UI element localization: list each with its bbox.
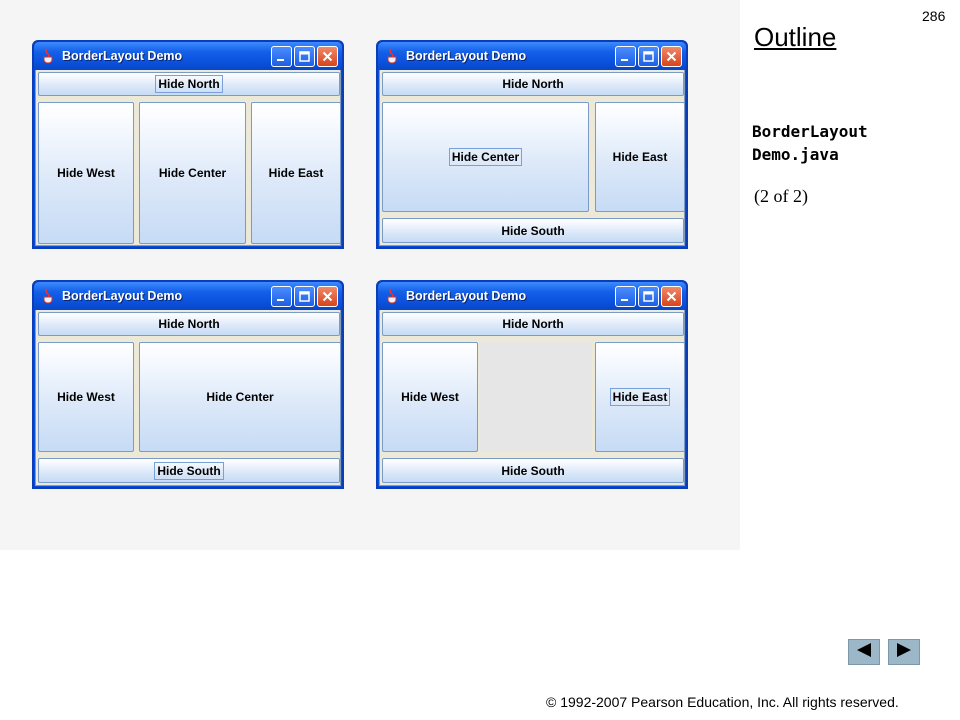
source-file-line1: BorderLayout: [752, 122, 868, 141]
window-content: Hide North Hide West Hide East Hide Sout…: [379, 310, 685, 486]
hide-south-label: Hide South: [501, 463, 565, 478]
hide-west-label: Hide West: [57, 390, 115, 404]
maximize-icon[interactable]: [638, 45, 659, 67]
hide-west-button[interactable]: Hide West: [38, 102, 134, 244]
minimize-icon[interactable]: [271, 45, 292, 67]
hide-north-label: Hide North: [502, 317, 564, 331]
maximize-icon[interactable]: [294, 45, 315, 67]
hide-east-label: Hide East: [612, 150, 668, 164]
hide-east-label: Hide East: [268, 166, 324, 180]
source-file-line2: Demo.java: [752, 145, 839, 164]
hide-center-label: Hide Center: [448, 148, 523, 166]
minimize-icon[interactable]: [615, 285, 636, 307]
outline-link[interactable]: Outline: [754, 22, 836, 53]
hide-south-label: Hide South: [154, 461, 224, 480]
borderlayout-window-1: BorderLayout Demo Hide North Hide West H…: [32, 40, 344, 249]
hide-west-button[interactable]: Hide West: [382, 342, 478, 452]
hide-east-label: Hide East: [609, 388, 671, 406]
close-icon[interactable]: [317, 45, 338, 67]
hide-east-button[interactable]: Hide East: [595, 102, 685, 212]
java-cup-icon: [40, 47, 56, 65]
screenshot-panel: BorderLayout Demo Hide North Hide West H…: [0, 0, 740, 550]
hide-north-button[interactable]: Hide North: [382, 72, 684, 96]
window-title: BorderLayout Demo: [62, 49, 183, 63]
empty-center-region: [480, 342, 592, 452]
borderlayout-window-4: BorderLayout Demo Hide North Hide West H…: [376, 280, 688, 489]
hide-south-button[interactable]: Hide South: [38, 458, 340, 483]
borderlayout-window-2: BorderLayout Demo Hide North Hide Center…: [376, 40, 688, 249]
hide-north-button[interactable]: Hide North: [382, 312, 684, 336]
previous-slide-icon: [855, 642, 873, 663]
hide-south-label: Hide South: [501, 223, 565, 238]
hide-north-label: Hide North: [158, 317, 220, 331]
window-content: Hide North Hide Center Hide East Hide So…: [379, 70, 685, 246]
java-cup-icon: [384, 47, 400, 65]
hide-north-label: Hide North: [155, 75, 223, 93]
java-cup-icon: [384, 287, 400, 305]
window-content: Hide North Hide West Hide Center Hide So…: [35, 310, 341, 486]
borderlayout-window-3: BorderLayout Demo Hide North Hide West H…: [32, 280, 344, 489]
hide-north-button[interactable]: Hide North: [38, 312, 340, 336]
copyright-notice: © 1992-2007 Pearson Education, Inc. All …: [546, 694, 899, 710]
hide-south-button[interactable]: Hide South: [382, 458, 684, 483]
close-icon[interactable]: [661, 285, 682, 307]
close-icon[interactable]: [661, 45, 682, 67]
next-slide-button[interactable]: [888, 639, 920, 665]
hide-center-button[interactable]: Hide Center: [139, 342, 341, 452]
hide-west-label: Hide West: [401, 390, 459, 404]
slide-number: 286: [922, 8, 946, 24]
hide-center-button[interactable]: Hide Center: [382, 102, 589, 212]
minimize-icon[interactable]: [615, 45, 636, 67]
hide-north-button[interactable]: Hide North: [38, 72, 340, 96]
page-indicator: (2 of 2): [754, 186, 808, 206]
source-file-name: BorderLayout Demo.java: [752, 120, 868, 166]
hide-south-button[interactable]: Hide South: [382, 218, 684, 243]
previous-slide-button[interactable]: [848, 639, 880, 665]
hide-center-button[interactable]: Hide Center: [139, 102, 246, 244]
maximize-icon[interactable]: [294, 285, 315, 307]
java-cup-icon: [40, 287, 56, 305]
hide-west-label: Hide West: [57, 166, 115, 180]
window-title: BorderLayout Demo: [62, 289, 183, 303]
close-icon[interactable]: [317, 285, 338, 307]
hide-east-button[interactable]: Hide East: [251, 102, 341, 244]
hide-center-label: Hide Center: [158, 166, 227, 180]
window-titlebar[interactable]: BorderLayout Demo: [34, 282, 342, 310]
maximize-icon[interactable]: [638, 285, 659, 307]
minimize-icon[interactable]: [271, 285, 292, 307]
window-title: BorderLayout Demo: [406, 289, 527, 303]
hide-north-label: Hide North: [502, 77, 564, 91]
hide-east-button[interactable]: Hide East: [595, 342, 685, 452]
window-titlebar[interactable]: BorderLayout Demo: [378, 282, 686, 310]
window-content: Hide North Hide West Hide Center Hide Ea…: [35, 70, 341, 246]
window-titlebar[interactable]: BorderLayout Demo: [378, 42, 686, 70]
hide-west-button[interactable]: Hide West: [38, 342, 134, 452]
next-slide-icon: [895, 642, 913, 663]
window-titlebar[interactable]: BorderLayout Demo: [34, 42, 342, 70]
window-title: BorderLayout Demo: [406, 49, 527, 63]
hide-center-label: Hide Center: [206, 390, 274, 404]
